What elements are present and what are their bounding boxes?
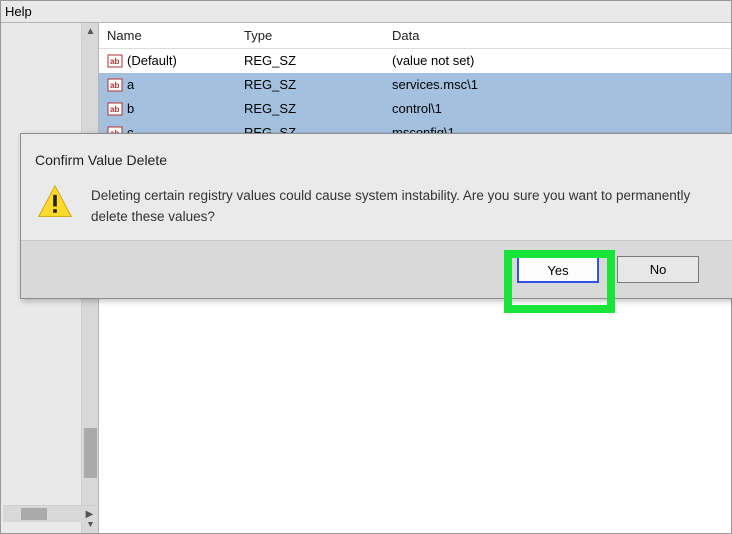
- no-button[interactable]: No: [617, 256, 699, 283]
- hscroll-thumb[interactable]: [21, 508, 47, 520]
- scroll-thumb[interactable]: [84, 428, 97, 478]
- value-data: (value not set): [392, 49, 731, 73]
- reg-string-icon: ab: [107, 101, 123, 117]
- table-row[interactable]: abb REG_SZcontrol\1: [99, 97, 731, 121]
- reg-string-icon: ab: [107, 77, 123, 93]
- value-name: b: [127, 97, 134, 121]
- menu-help[interactable]: Help: [5, 4, 32, 19]
- svg-text:ab: ab: [110, 81, 119, 90]
- hscroll-right-icon[interactable]: ▶: [81, 506, 98, 523]
- value-name: a: [127, 73, 134, 97]
- scroll-up-icon[interactable]: ▲: [82, 23, 99, 40]
- list-body: ab (Default) REG_SZ(value not set) aba REG_S…: [99, 49, 731, 145]
- value-data: control\1: [392, 97, 731, 121]
- value-name: (Default): [127, 49, 177, 73]
- col-header-data[interactable]: Data: [392, 23, 731, 48]
- dialog-message: Deleting certain registry values could c…: [91, 184, 691, 228]
- svg-text:ab: ab: [110, 105, 119, 114]
- table-row[interactable]: aba REG_SZservices.msc\1: [99, 73, 731, 97]
- menubar: Help: [1, 1, 731, 23]
- col-header-type[interactable]: Type: [244, 23, 392, 48]
- dialog-button-bar: Yes No: [21, 240, 732, 298]
- reg-string-icon: ab: [107, 53, 123, 69]
- value-type: REG_SZ: [244, 97, 392, 121]
- tree-horizontal-scrollbar[interactable]: ▶: [3, 505, 98, 522]
- value-data: services.msc\1: [392, 73, 731, 97]
- dialog-title: Confirm Value Delete: [21, 134, 732, 174]
- value-type: REG_SZ: [244, 73, 392, 97]
- table-row[interactable]: ab (Default) REG_SZ(value not set): [99, 49, 731, 73]
- list-header: Name Type Data: [99, 23, 731, 49]
- confirm-delete-dialog: Confirm Value Delete Deleting certain re…: [20, 133, 732, 299]
- value-type: REG_SZ: [244, 49, 392, 73]
- warning-icon: [37, 184, 73, 220]
- svg-text:ab: ab: [110, 57, 119, 66]
- yes-button[interactable]: Yes: [517, 256, 599, 283]
- col-header-name[interactable]: Name: [99, 23, 244, 48]
